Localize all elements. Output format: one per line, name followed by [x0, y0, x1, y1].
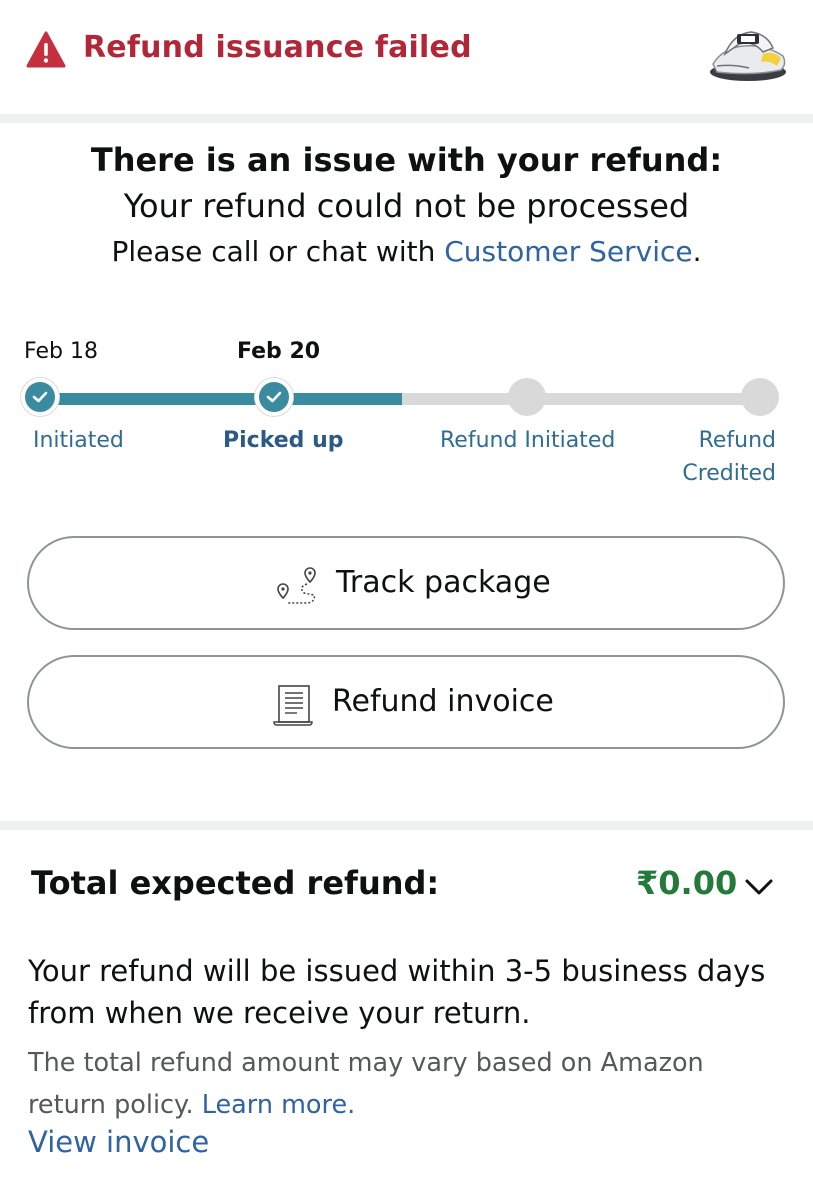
policy-text: The total refund amount may vary based o… — [28, 1048, 704, 1120]
product-thumbnail[interactable] — [703, 14, 793, 86]
step-date-picked-up: Feb 20 — [237, 339, 321, 364]
refund-policy-note: The total refund amount may vary based o… — [28, 1042, 788, 1126]
total-refund-label: Total expected refund: — [31, 864, 440, 902]
step-label-line: Credited — [682, 461, 776, 486]
issue-heading: There is an issue with your refund: — [90, 141, 723, 179]
step-dot-refund-credited — [741, 378, 779, 416]
route-pin-icon — [277, 567, 316, 604]
refund-invoice-label: Refund invoice — [332, 684, 554, 719]
step-dot-refund-initiated — [508, 378, 546, 416]
check-icon — [266, 391, 282, 403]
view-invoice-link[interactable]: View invoice — [28, 1125, 209, 1159]
section-divider — [0, 821, 813, 830]
customer-service-link[interactable]: Customer Service — [444, 235, 692, 268]
alert-title: Refund issuance failed — [83, 30, 472, 65]
help-suffix: . — [692, 235, 702, 268]
step-date-initiated: Feb 18 — [24, 339, 98, 364]
warning-icon — [26, 31, 66, 68]
step-dot-picked-up — [255, 378, 293, 416]
step-dot-initiated — [21, 378, 59, 416]
learn-more-link[interactable]: Learn more. — [202, 1090, 356, 1120]
section-divider — [0, 114, 813, 123]
refund-amount[interactable]: ₹0.00 — [636, 864, 737, 902]
invoice-document-icon — [273, 685, 313, 726]
progress-fill — [40, 393, 402, 405]
track-package-button[interactable]: Track package — [27, 536, 785, 630]
step-label-refund-initiated: Refund Initiated — [440, 428, 616, 453]
alert-header: Refund issuance failed — [0, 0, 813, 114]
track-package-label: Track package — [336, 565, 551, 600]
chevron-down-icon[interactable] — [741, 874, 777, 900]
refund-invoice-button[interactable]: Refund invoice — [27, 655, 785, 749]
step-label-refund-credited: Refund Credited — [682, 424, 776, 490]
issue-subheading: Your refund could not be processed — [123, 187, 690, 225]
check-icon — [32, 391, 48, 403]
step-label-initiated: Initiated — [33, 428, 124, 453]
refund-timeline-note: Your refund will be issued within 3-5 bu… — [28, 954, 766, 1030]
issue-help-text: Please call or chat with Customer Servic… — [0, 235, 813, 268]
help-prefix: Please call or chat with — [111, 235, 445, 268]
step-label-picked-up: Picked up — [223, 428, 344, 453]
step-label-line: Refund — [698, 428, 776, 453]
